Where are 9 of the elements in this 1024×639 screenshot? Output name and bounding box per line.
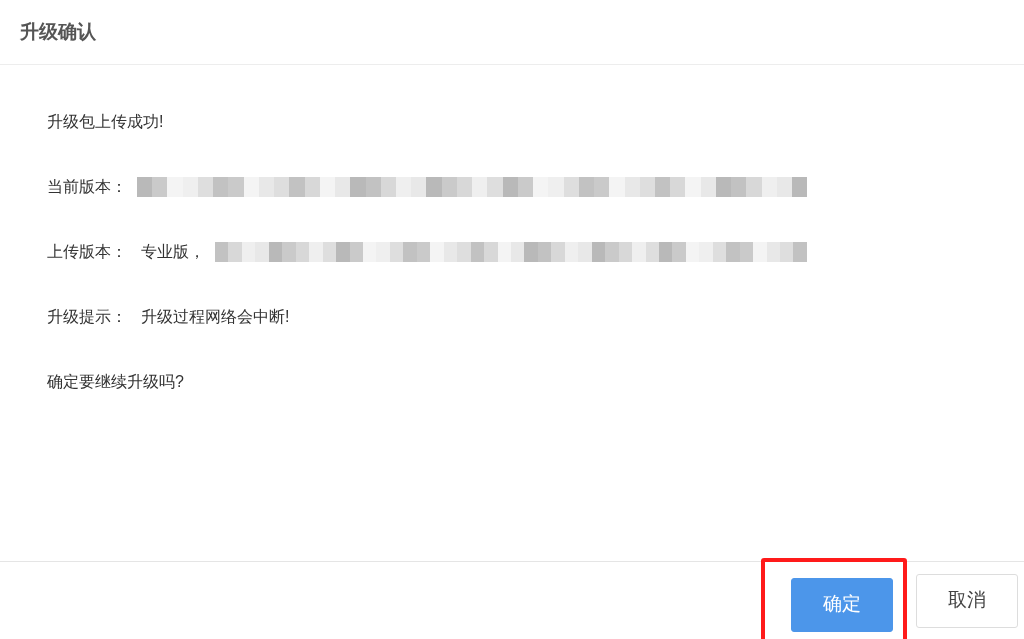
line-label: 升级包上传成功!: [47, 112, 164, 132]
line-label: 上传版本：: [47, 242, 127, 262]
dialog-button[interactable]: 取消: [916, 573, 1018, 628]
line-label: 升级提示：: [47, 307, 127, 327]
line-label: 确定要继续升级吗?: [47, 372, 184, 392]
line-value: 升级过程网络会中断!: [141, 307, 290, 327]
line-label: 当前版本：: [47, 177, 127, 197]
dialog-title: 升级确认: [20, 19, 96, 44]
line-value: 专业版，: [141, 242, 205, 262]
